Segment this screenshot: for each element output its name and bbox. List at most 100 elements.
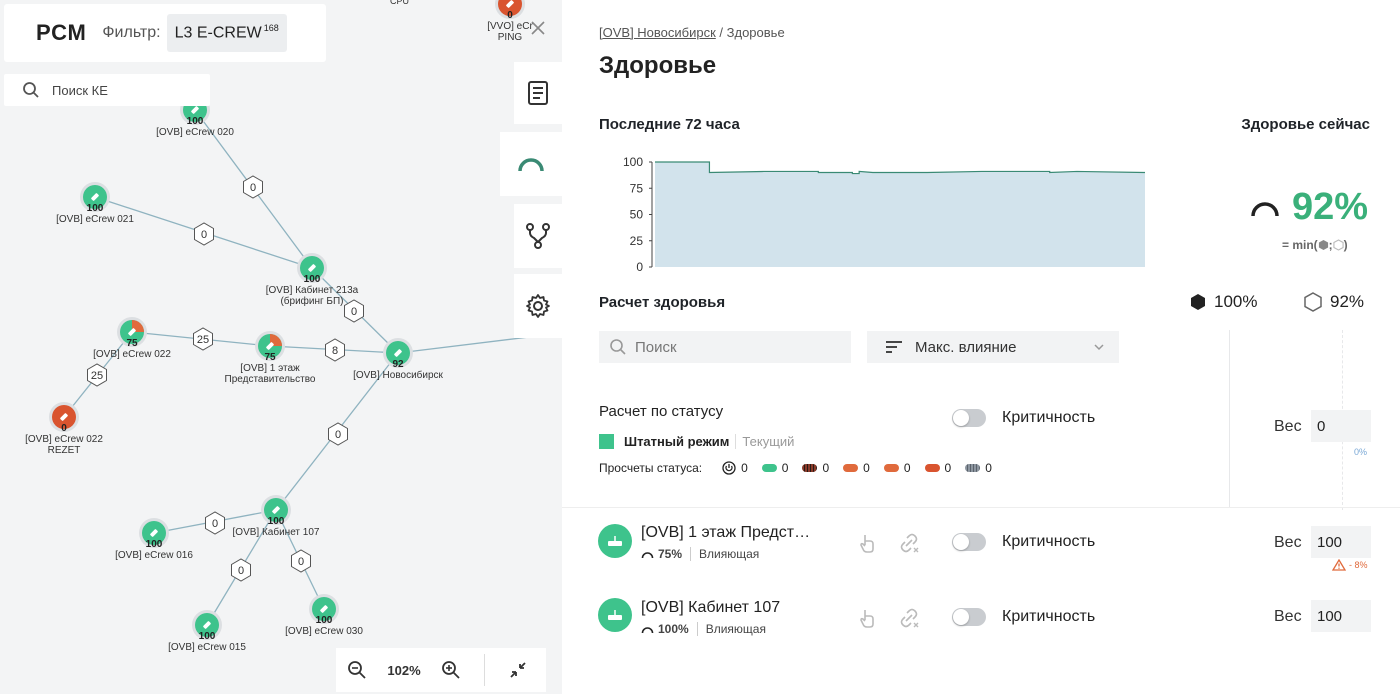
graph-node[interactable]: 100[OVB] eCrew 021 (35, 181, 155, 241)
mode-current: Текущий (735, 434, 794, 449)
chart-line (655, 161, 1146, 175)
edge-weight-value: 0 (298, 556, 304, 568)
status-criticality-toggle[interactable] (952, 409, 986, 427)
item-unlink-button[interactable] (898, 607, 920, 634)
item-warning-value: - 8% (1349, 560, 1368, 570)
item-status: 75% Влияющая (641, 547, 759, 561)
status-weight-percent: 0% (1354, 447, 1368, 457)
health-now-title: Здоровье сейчас (1241, 116, 1370, 133)
pointer-hand-icon (860, 535, 874, 553)
sort-select[interactable]: Макс. влияние (867, 331, 1119, 363)
search-ke-input[interactable]: Поиск КЕ (4, 74, 210, 106)
item-criticality-toggle[interactable] (952, 533, 986, 551)
node-label: (брифинг БП) (280, 295, 343, 307)
min-formula-suffix: ) (1343, 238, 1348, 252)
status-recalcs: Просчеты статуса: 0 0 0 0 0 0 0 (599, 461, 992, 475)
health-tab[interactable] (500, 132, 562, 196)
item-name[interactable]: [OVB] 1 этаж Предст… (641, 524, 810, 542)
close-button[interactable] (514, 10, 562, 46)
recalcs-label: Просчеты статуса: (599, 461, 703, 475)
node-label: [OVB] Кабинет 107 (233, 526, 320, 538)
item-unlink-button[interactable] (898, 532, 920, 559)
graph-node[interactable]: 100[OVB] eCrew 016 (94, 517, 214, 577)
recalc-item: 0 (924, 461, 952, 475)
recalc-power: 0 (722, 461, 748, 475)
filter-value: L3 E-CREW (174, 24, 262, 42)
search-icon (23, 82, 39, 98)
health-gauge-icon (641, 551, 654, 558)
hex-empty-value: 92% (1330, 292, 1365, 311)
close-icon (531, 21, 545, 35)
item-weight-input[interactable]: 100 (1311, 600, 1371, 632)
graph-node[interactable]: 100[OVB] Кабинет 213a(брифинг БП) (252, 252, 372, 312)
edge-weight-badge: 0 (231, 558, 251, 582)
graph-node[interactable]: 75[OVB] 1 этажПредставительство (210, 330, 330, 390)
graph-node[interactable]: 92[OVB] Новосибирск (338, 337, 458, 397)
zoom-in-button[interactable] (430, 648, 472, 692)
zoom-out-button[interactable] (336, 648, 378, 692)
y-tick-label: 50 (630, 208, 644, 222)
node-label: CPU (390, 0, 410, 6)
status-criticality-label: Критичность (1002, 409, 1096, 426)
health-now-percent: 92% (1292, 186, 1369, 228)
health-panel: [OVB] Новосибирск / Здоровье Здоровье По… (562, 0, 1400, 694)
recalc-value: 0 (781, 461, 789, 475)
recalc-value: 0 (985, 461, 992, 475)
panel-search-input[interactable]: Поиск (599, 331, 851, 363)
unlink-icon (900, 608, 919, 628)
unlink-icon (900, 533, 919, 553)
recalc-pill (761, 464, 777, 472)
filter-select[interactable]: L3 E-CREW 168 (166, 14, 287, 52)
recalc-value: 0 (822, 461, 830, 475)
recalc-item: 0 (965, 461, 992, 475)
item-weight-label: Вес (1274, 534, 1302, 551)
item-name[interactable]: [OVB] Кабинет 107 (641, 599, 780, 617)
search-ke-placeholder: Поиск КЕ (52, 82, 108, 98)
health-calc-title: Расчет здоровья (599, 294, 726, 311)
mode-color-square (599, 434, 614, 449)
item-focus-button[interactable] (859, 532, 877, 559)
node-label: [OVB] Новосибирск (353, 369, 443, 381)
item-warning: - 8% (1332, 559, 1368, 571)
graph-node[interactable]: 100[OVB] eCrew 030 (264, 593, 384, 653)
recalc-pill (843, 464, 859, 472)
graph-node[interactable]: 100[OVB] Кабинет 107 (216, 494, 336, 554)
graph-node[interactable]: 75[OVB] eCrew 022 (72, 316, 192, 376)
edge-weight-value: 25 (197, 334, 209, 346)
topology-tab[interactable] (514, 204, 562, 268)
graph-node[interactable]: 0[OVB] eCrew 022REZET (4, 401, 124, 461)
node-score: 100 (199, 631, 216, 642)
item-status: 100% Влияющая (641, 622, 766, 636)
device-icon (608, 610, 622, 620)
health-gauge-icon (641, 626, 654, 633)
sort-label: Макс. влияние (915, 338, 1017, 356)
row-separator (562, 507, 1400, 508)
chart-area (655, 162, 1145, 267)
document-tab[interactable] (514, 62, 562, 124)
sort-icon (886, 341, 902, 353)
hex-filled-value: 100% (1214, 292, 1258, 311)
recalc-value: 0 (944, 461, 952, 475)
item-criticality-label: Критичность (1002, 608, 1096, 625)
column-divider (1229, 330, 1230, 508)
recalc-value: 0 (863, 461, 870, 475)
edge-weight-value: 0 (335, 429, 341, 441)
node-label: [OVB] eCrew 022 (25, 434, 103, 445)
item-focus-button[interactable] (859, 607, 877, 634)
node-score: 100 (304, 274, 321, 285)
y-tick-label: 75 (630, 181, 644, 195)
item-weight-input[interactable]: 100 (1311, 526, 1371, 558)
breadcrumb-link[interactable]: [OVB] Новосибирск (599, 25, 716, 40)
graph-node[interactable]: 100[OVB] eCrew 015 (147, 609, 267, 669)
node-score: 100 (316, 615, 333, 626)
node-label: [OVB] 1 этаж (240, 363, 300, 374)
status-weight-input[interactable]: 0 (1311, 410, 1371, 442)
breadcrumb-current: Здоровье (726, 25, 785, 40)
item-criticality-toggle[interactable] (952, 608, 986, 626)
settings-tab[interactable] (514, 274, 562, 338)
power-icon (722, 461, 736, 475)
topology-graph[interactable]: 0 0 0 25 8 25 0 0 0 0 100 [OVB] eCrew 020 100 [OVB] … (0, 0, 562, 694)
node-label: [OVB] eCrew 020 (156, 127, 234, 138)
item-weight-label: Вес (1274, 608, 1302, 625)
node-label: [OVB] Кабинет 213a (266, 284, 359, 296)
